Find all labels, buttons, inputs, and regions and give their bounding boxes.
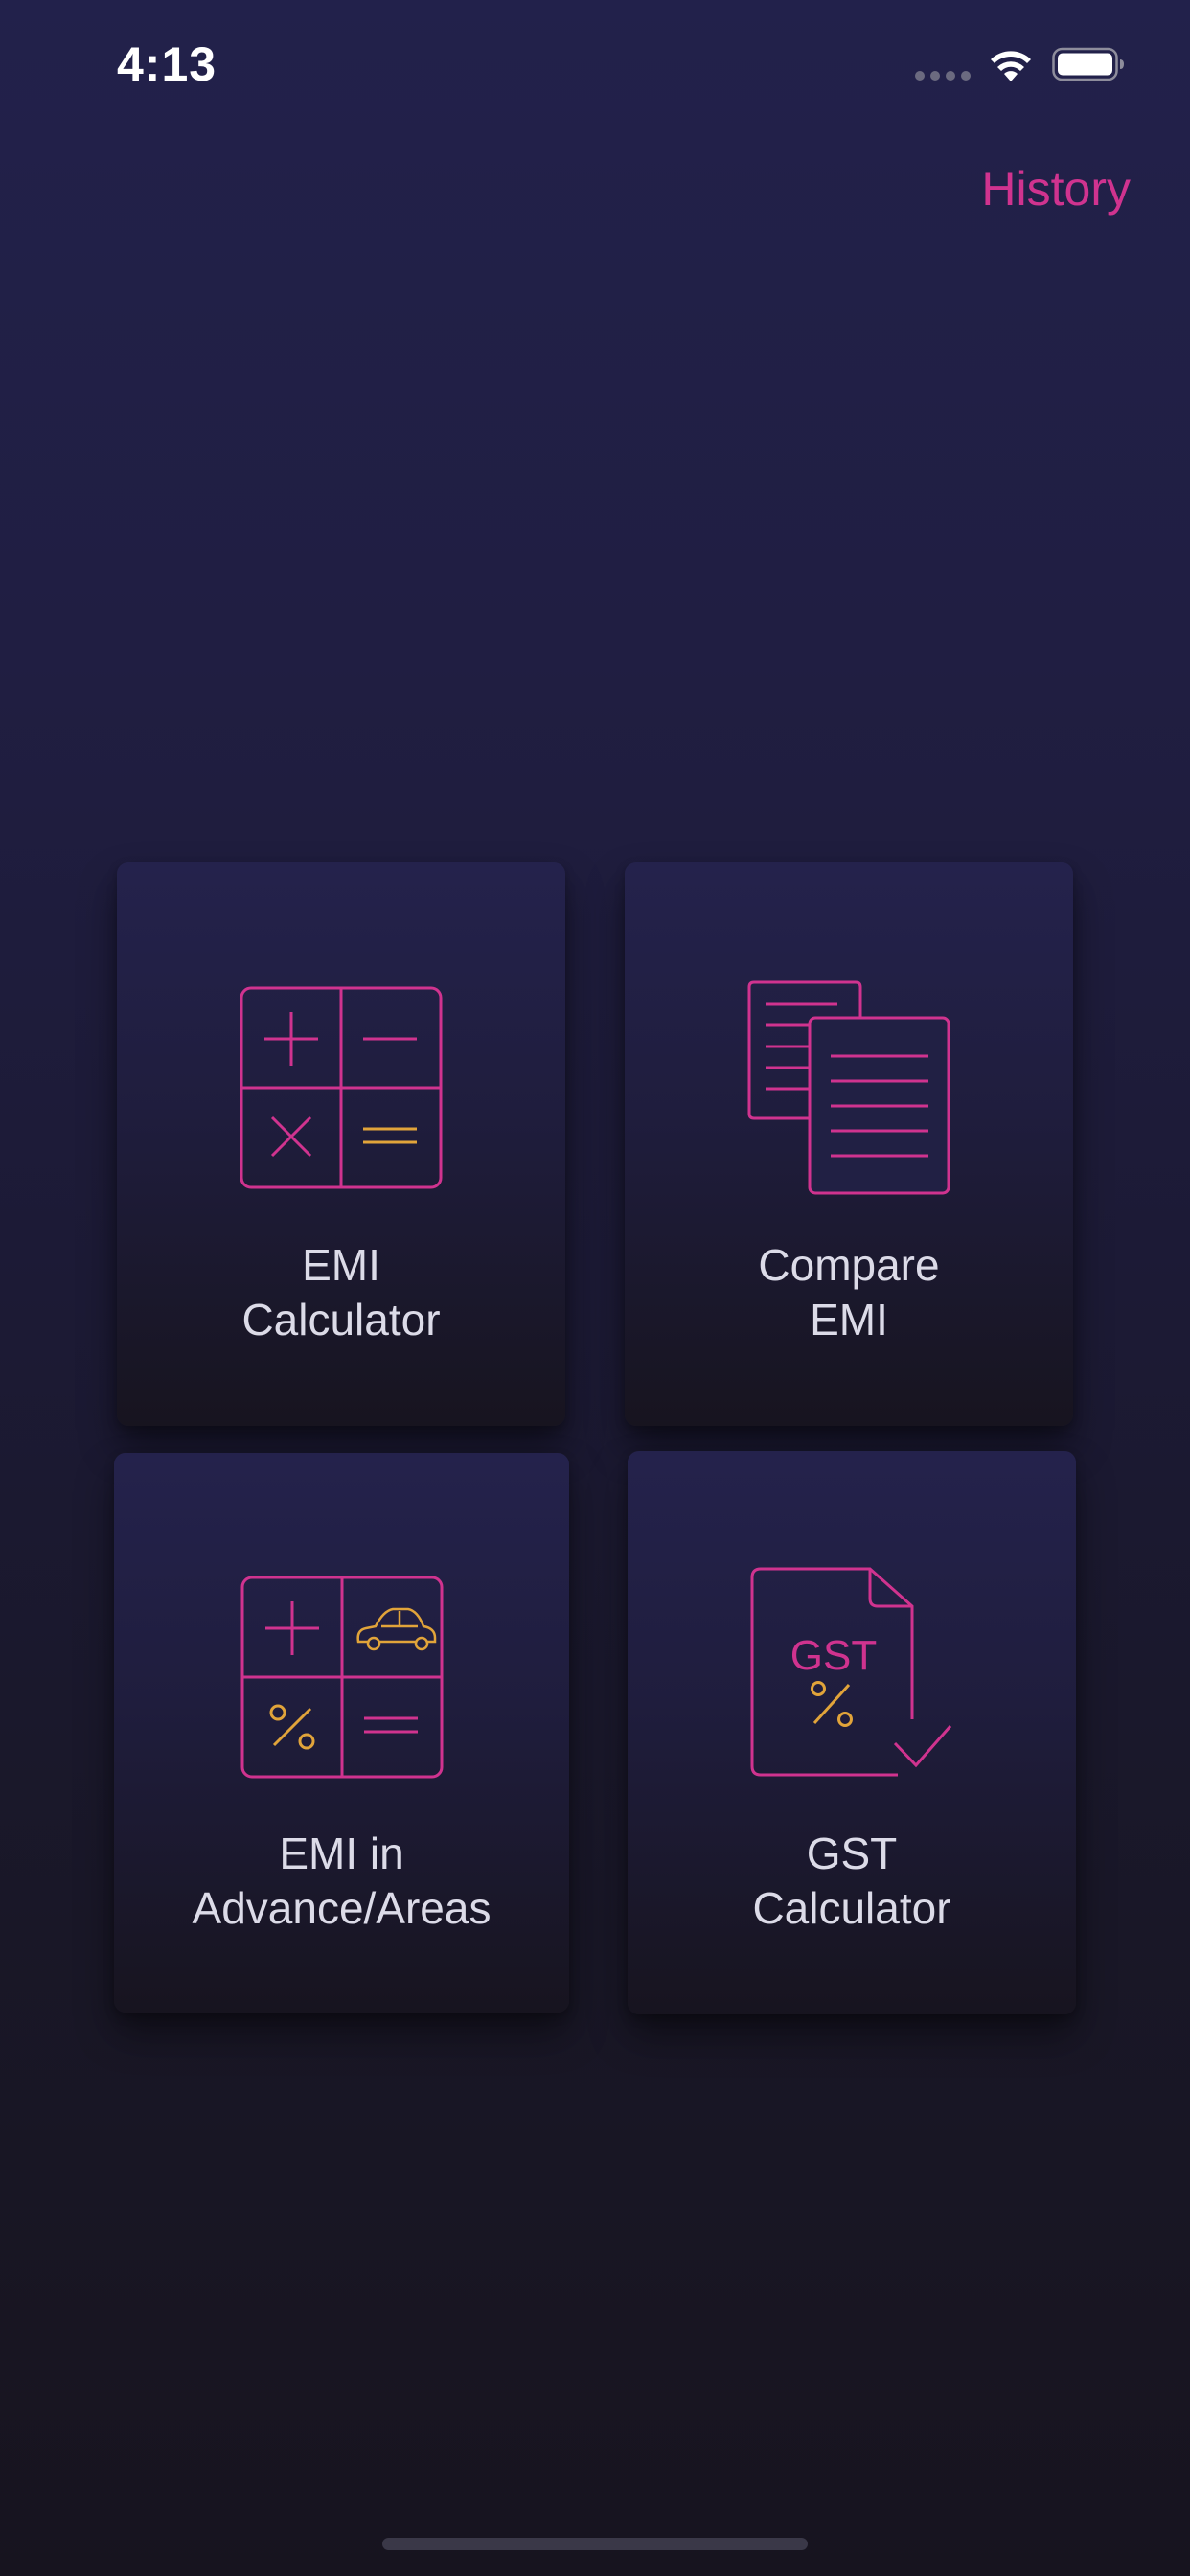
compare-emi-card[interactable]: Compare EMI [625,862,1073,1426]
gst-calculator-card[interactable]: GST GST Calculator [628,1451,1076,2014]
emi-calculator-card[interactable]: EMI Calculator [117,862,565,1426]
status-bar: 4:13 [0,0,1190,125]
documents-icon [747,980,950,1195]
emi-advance-areas-card[interactable]: EMI in Advance/Areas [114,1453,569,2012]
calculator-car-icon [240,1576,443,1779]
history-button[interactable]: History [981,161,1131,217]
compare-emi-label: Compare EMI [758,1240,940,1345]
cellular-signal-icon [915,71,971,80]
gst-calculator-label: GST Calculator [752,1828,951,1933]
emi-calculator-label: EMI Calculator [241,1240,441,1345]
home-indicator[interactable] [382,2538,808,2550]
emi-advance-areas-label: EMI in Advance/Areas [192,1828,492,1933]
status-time: 4:13 [117,37,217,91]
wifi-icon [991,51,1031,81]
gst-document-icon: GST [750,1567,952,1777]
battery-icon [1052,47,1124,81]
svg-text:GST: GST [790,1632,877,1679]
calculator-icon [240,986,443,1189]
